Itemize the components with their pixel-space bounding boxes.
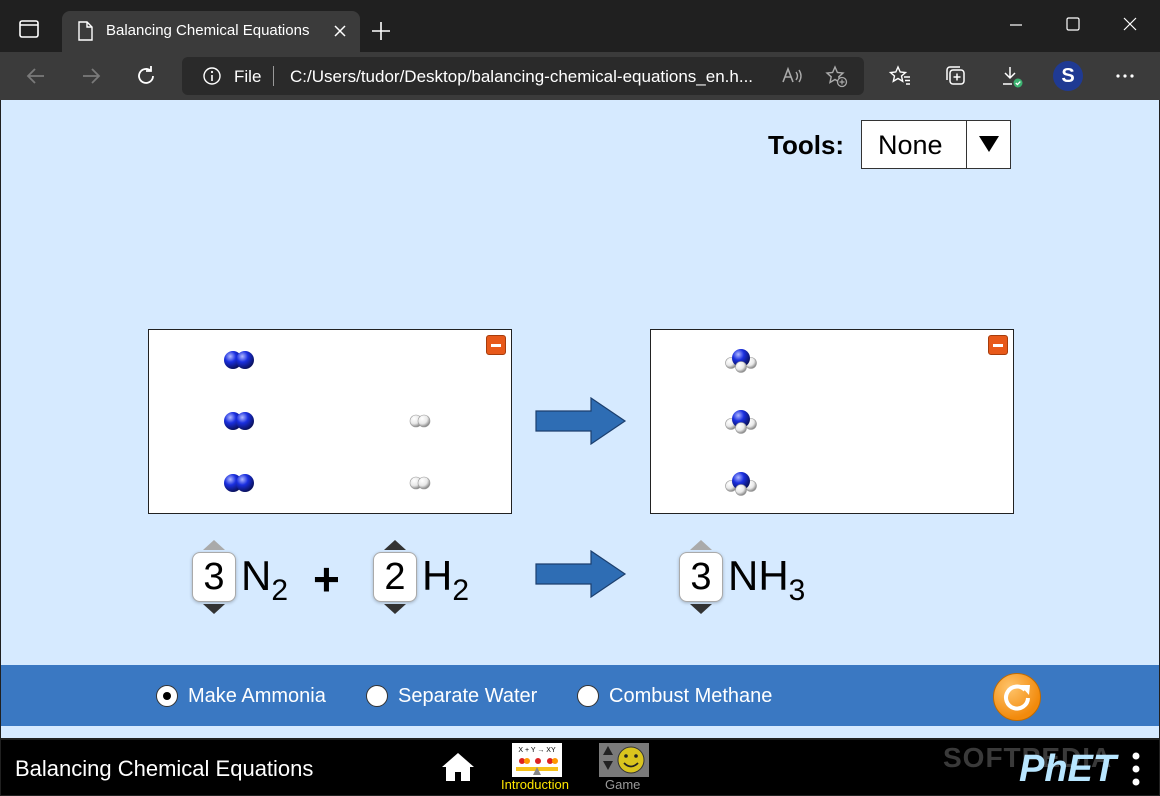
- spinner-down-icon[interactable]: [384, 604, 406, 614]
- tab-title: Balancing Chemical Equations: [106, 22, 310, 39]
- tools-label: Tools:: [768, 130, 845, 160]
- address-bar[interactable]: File C:/Users/tudor/Desktop/balancing-ch…: [182, 57, 864, 95]
- close-icon[interactable]: [332, 23, 348, 39]
- products-box: [650, 329, 1014, 514]
- formula-n2: N2: [241, 552, 288, 608]
- game-screen-icon[interactable]: [599, 743, 649, 777]
- browser-toolbar: File C:/Users/tudor/Desktop/balancing-ch…: [0, 52, 1160, 100]
- minimize-box-icon[interactable]: [988, 335, 1008, 355]
- minimize-window-icon[interactable]: [1006, 14, 1026, 34]
- screen-label-introduction[interactable]: Introduction: [501, 777, 569, 792]
- introduction-screen-icon[interactable]: X + Y → XY: [512, 743, 562, 777]
- radio-label[interactable]: Separate Water: [398, 685, 537, 708]
- browser-titlebar: Balancing Chemical Equations: [0, 0, 1160, 52]
- h2-molecule[interactable]: [408, 413, 432, 429]
- radio-label[interactable]: Make Ammonia: [188, 685, 326, 708]
- nh3-molecule[interactable]: [725, 469, 759, 497]
- coefficient-value[interactable]: 2: [373, 552, 417, 602]
- formula-nh3: NH3: [728, 552, 805, 608]
- screen-label-game[interactable]: Game: [605, 777, 640, 792]
- menu-icon[interactable]: [1131, 752, 1141, 786]
- browser-tab[interactable]: Balancing Chemical Equations: [62, 11, 360, 52]
- n2-molecule[interactable]: [222, 349, 256, 371]
- tab-switcher-icon[interactable]: [18, 18, 40, 40]
- svg-text:X + Y → XY: X + Y → XY: [518, 747, 556, 754]
- coefficient-h2[interactable]: 2: [373, 540, 417, 620]
- forward-icon[interactable]: [79, 64, 103, 88]
- home-icon[interactable]: [441, 752, 475, 782]
- minimize-box-icon[interactable]: [486, 335, 506, 355]
- mode-selection-bar: Make Ammonia Separate Water Combust Meth…: [1, 665, 1159, 726]
- refresh-icon[interactable]: [134, 64, 158, 88]
- spinner-up-icon[interactable]: [690, 540, 712, 550]
- radio-button[interactable]: [366, 685, 388, 707]
- radio-button[interactable]: [156, 685, 178, 707]
- address-scheme: File: [234, 67, 262, 86]
- maximize-window-icon[interactable]: [1063, 14, 1083, 34]
- plus-icon[interactable]: [370, 20, 392, 42]
- subscript: 2: [271, 574, 289, 607]
- n2-molecule[interactable]: [222, 472, 256, 494]
- more-icon[interactable]: [1113, 64, 1137, 88]
- coefficient-n2[interactable]: 3: [192, 540, 236, 620]
- collections-icon[interactable]: [944, 64, 968, 88]
- reset-button[interactable]: [993, 673, 1041, 721]
- back-icon[interactable]: [24, 64, 48, 88]
- tools-selected-value: None: [878, 130, 943, 160]
- n2-molecule[interactable]: [222, 410, 256, 432]
- read-aloud-icon[interactable]: [780, 64, 804, 88]
- formula-h2: H2: [422, 552, 469, 608]
- add-favorite-icon[interactable]: [824, 64, 848, 88]
- close-window-icon[interactable]: [1120, 14, 1140, 34]
- favorites-icon[interactable]: [888, 64, 912, 88]
- simulation-area: Tools: None 3 N2 + 2 H2 3 NH3 Make Ammon…: [1, 100, 1159, 738]
- h2-molecule[interactable]: [408, 475, 432, 491]
- downloads-icon[interactable]: [1000, 64, 1024, 88]
- reaction-arrow-icon: [535, 550, 627, 598]
- coefficient-value[interactable]: 3: [192, 552, 236, 602]
- element-symbol: N: [241, 552, 272, 599]
- tools-dropdown[interactable]: None: [861, 120, 1011, 169]
- radio-label[interactable]: Combust Methane: [609, 685, 772, 708]
- subscript: 3: [788, 574, 806, 607]
- sim-title: Balancing Chemical Equations: [15, 756, 314, 781]
- spinner-up-icon[interactable]: [203, 540, 225, 550]
- nh3-molecule[interactable]: [725, 346, 759, 374]
- reaction-arrow-icon: [535, 397, 627, 445]
- element-symbol: NH: [728, 552, 789, 599]
- element-symbol: H: [422, 552, 453, 599]
- dropdown-divider: [966, 121, 967, 168]
- coefficient-value[interactable]: 3: [679, 552, 723, 602]
- spinner-down-icon[interactable]: [690, 604, 712, 614]
- reset-icon: [1004, 684, 1030, 711]
- nh3-molecule[interactable]: [725, 407, 759, 435]
- plus-sign: +: [313, 553, 340, 605]
- profile-avatar[interactable]: S: [1053, 61, 1083, 91]
- spinner-up-icon[interactable]: [384, 540, 406, 550]
- phet-logo: PhET: [1019, 748, 1117, 790]
- address-url[interactable]: C:/Users/tudor/Desktop/balancing-chemica…: [290, 67, 753, 87]
- radio-button[interactable]: [577, 685, 599, 707]
- reactants-box: [148, 329, 512, 514]
- phet-navbar: Balancing Chemical Equations X + Y → XY …: [1, 740, 1159, 795]
- coefficient-nh3[interactable]: 3: [679, 540, 723, 620]
- spinner-down-icon[interactable]: [203, 604, 225, 614]
- address-separator: [273, 66, 274, 86]
- subscript: 2: [452, 574, 470, 607]
- info-icon[interactable]: [202, 66, 222, 86]
- dropdown-arrow-icon: [979, 136, 999, 152]
- document-icon: [78, 21, 93, 41]
